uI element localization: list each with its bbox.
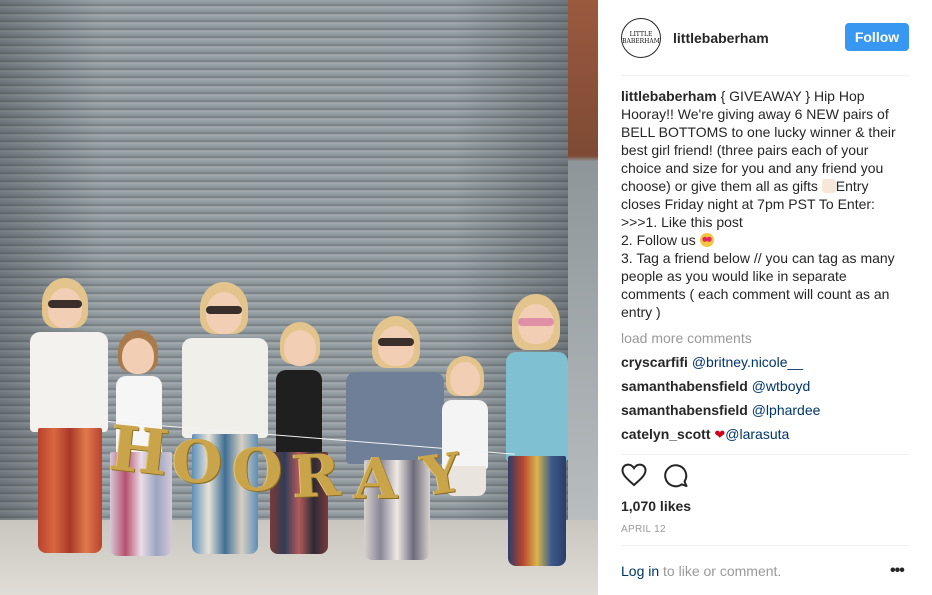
caption-text: choose) or give them all as gifts [621, 178, 822, 194]
comment-username[interactable]: catelyn_scott [621, 426, 710, 442]
comment-mention[interactable]: @britney.nicole__ [692, 354, 803, 370]
caption-text: 2. Follow us [621, 232, 700, 248]
banner-letter: H [106, 411, 173, 490]
like-count[interactable]: 1,070 likes [621, 498, 691, 514]
banner-letter: R [290, 440, 342, 512]
caption-text: choice and size for you and any friend y… [621, 160, 884, 176]
caption-text: Hooray!! We're giving away 6 NEW pairs o… [621, 106, 889, 122]
girl-figure [28, 278, 112, 558]
heart-eyes-emoji-icon [699, 233, 714, 247]
avatar[interactable]: LITTLE BABERHAM [621, 18, 661, 58]
action-bar [621, 462, 689, 492]
banner-letter: O [232, 436, 283, 504]
caption-text: entry ) [621, 304, 661, 320]
girl-figure [346, 316, 446, 564]
caption-text: closes Friday night at 7pm PST To Enter: [621, 196, 875, 212]
login-prompt-text: to like or comment. [659, 563, 782, 579]
more-options-icon[interactable]: ••• [890, 562, 905, 580]
comment-item: samanthabensfield @wtboyd [621, 377, 909, 401]
post-caption: littlebaberham { GIVEAWAY } Hip Hop Hoor… [621, 87, 909, 321]
comment-username[interactable]: cryscarfifi [621, 354, 688, 370]
caption-text: comments ( each comment will count as an [621, 286, 890, 302]
comments-divider [621, 454, 909, 455]
comment-list: cryscarfifi @britney.nicole__ samanthabe… [621, 353, 909, 449]
caption-text: BELL BOTTOMS to one lucky winner & their [621, 124, 896, 140]
comment-mention[interactable]: @larasuta [725, 426, 789, 442]
avatar-logo-text: LITTLE BABERHAM [622, 31, 660, 45]
post-sidebar: LITTLE BABERHAM littlebaberham Follow li… [598, 0, 932, 595]
comment-username[interactable]: samanthabensfield [621, 402, 748, 418]
comment-username[interactable]: samanthabensfield [621, 378, 748, 394]
heart-icon[interactable] [621, 463, 647, 492]
author-username[interactable]: littlebaberham [673, 30, 769, 46]
pointing-hand-emoji-icon [821, 179, 836, 193]
banner-letter: A [354, 446, 398, 512]
caption-text: { GIVEAWAY } Hip Hop [716, 88, 865, 104]
comment-icon[interactable] [663, 462, 689, 493]
caption-text: best girl friend! (three pairs each of y… [621, 142, 869, 158]
caption-text: 3. Tag a friend below // you can tag as … [621, 250, 895, 266]
follow-button[interactable]: Follow [845, 23, 909, 51]
caption-username[interactable]: littlebaberham [621, 88, 717, 104]
header-divider [621, 75, 909, 76]
comment-item: cryscarfifi @britney.nicole__ [621, 353, 909, 377]
comment-mention[interactable]: @lphardee [752, 402, 821, 418]
caption-text: Entry [835, 178, 869, 194]
login-link[interactable]: Log in [621, 563, 659, 579]
login-prompt: Log in to like or comment. [621, 563, 781, 579]
comment-item: catelyn_scott ❤@larasuta [621, 425, 909, 449]
red-heart-emoji-icon: ❤ [714, 427, 726, 442]
banner-letter: Y [417, 439, 465, 509]
load-more-comments-link[interactable]: load more comments [621, 330, 752, 346]
girl-figure [500, 294, 574, 570]
footer-divider [621, 545, 909, 546]
comment-mention[interactable]: @wtboyd [752, 378, 811, 394]
caption-text: people as you would like in separate [621, 268, 847, 284]
post-date[interactable]: APRIL 12 [621, 524, 666, 535]
comment-item: samanthabensfield @lphardee [621, 401, 909, 425]
caption-text: >>>1. Like this post [621, 214, 743, 230]
post-photo[interactable]: H O O R A Y [0, 0, 598, 595]
girl-figure [178, 282, 270, 558]
post-header: LITTLE BABERHAM littlebaberham Follow [621, 12, 909, 64]
banner-letter: O [172, 428, 223, 496]
